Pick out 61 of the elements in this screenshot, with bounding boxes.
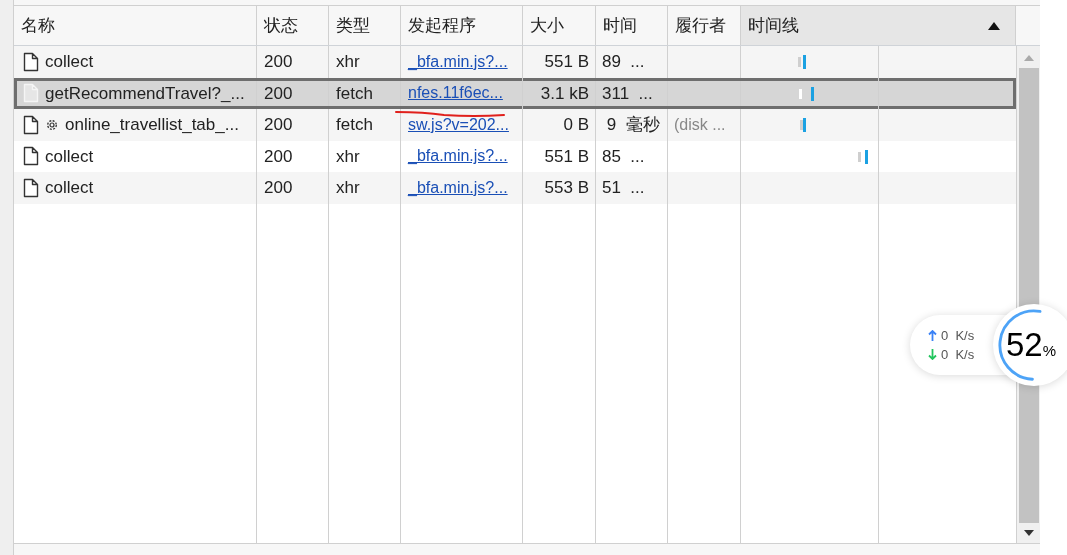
waterfall-bar xyxy=(799,86,814,101)
response-size: 551 B xyxy=(544,145,589,168)
request-name: collect xyxy=(45,145,94,168)
request-time: 9 毫秒 xyxy=(605,114,660,136)
request-time: 311 ... xyxy=(602,82,653,105)
initiator-link[interactable]: nfes.11f6ec... xyxy=(408,81,503,106)
upload-arrow-icon xyxy=(928,329,937,341)
status-code: 200 xyxy=(264,51,293,73)
initiator-link[interactable]: _bfa.min.js?... xyxy=(408,175,508,200)
request-time: 89 ... xyxy=(602,51,645,73)
response-size: 553 B xyxy=(544,177,589,199)
percent-sign: % xyxy=(1042,341,1057,361)
column-header[interactable]: 类型 xyxy=(329,6,401,45)
waterfall-bar xyxy=(798,55,806,69)
response-size: 3.1 kB xyxy=(540,82,589,105)
waterfall-bar xyxy=(858,149,868,164)
file-icon xyxy=(23,177,39,198)
status-code: 200 xyxy=(264,177,293,199)
file-icon xyxy=(23,114,39,135)
column-header[interactable]: 大小 xyxy=(523,6,596,45)
status-code: 200 xyxy=(264,82,293,105)
request-row[interactable]: collect 200 xhr _bfa.min.js?... 553 B 51 ... xyxy=(14,172,1016,204)
scroll-down-icon[interactable] xyxy=(1022,529,1035,537)
status-code: 200 xyxy=(264,114,293,136)
request-name: collect xyxy=(45,51,94,73)
upload-speed: 0 K/s xyxy=(941,326,975,345)
initiator-link[interactable]: _bfa.min.js?... xyxy=(408,144,508,169)
status-code: 200 xyxy=(264,145,293,168)
request-row[interactable]: getRecommendTravel?_... 200 fetch nfes.11f6ec... 3.1 kB 311 ... xyxy=(14,77,1016,109)
column-header[interactable]: 发起程序 xyxy=(401,6,523,45)
horizontal-scrollbar[interactable] xyxy=(14,543,1040,555)
usage-percent: 52 xyxy=(1005,327,1043,361)
request-row[interactable]: collect 200 xhr _bfa.min.js?... 551 B 89 ... xyxy=(14,46,1016,78)
request-type: xhr xyxy=(336,145,360,168)
download-speed: 0 K/s xyxy=(941,346,975,364)
request-name: online_travellist_tab_... xyxy=(65,114,239,136)
column-header[interactable]: 时间 xyxy=(596,6,668,45)
request-type: xhr xyxy=(336,177,360,199)
response-size: 551 B xyxy=(544,51,589,73)
request-type: fetch xyxy=(336,114,373,136)
request-type: xhr xyxy=(336,51,360,73)
request-name: collect xyxy=(45,177,94,199)
request-type: fetch xyxy=(336,82,373,105)
response-size: 0 B xyxy=(563,114,589,136)
request-time: 85 ... xyxy=(602,145,645,168)
column-header[interactable]: 名称 xyxy=(14,6,257,45)
file-icon xyxy=(23,83,39,104)
sort-ascending-icon[interactable] xyxy=(988,21,1000,30)
scroll-up-icon[interactable] xyxy=(1022,54,1035,62)
download-arrow-icon xyxy=(928,349,937,361)
request-row[interactable]: online_travellist_tab_... 200 fetch sw.js?v=202... 0 B 9 毫秒 (disk ... xyxy=(14,109,1016,141)
initiator-link[interactable]: sw.js?v=202... xyxy=(408,112,509,137)
request-time: 51 ... xyxy=(602,177,645,199)
file-icon xyxy=(23,146,39,167)
column-header[interactable]: 状态 xyxy=(257,6,329,45)
file-icon xyxy=(23,51,39,72)
waterfall-bar xyxy=(800,118,806,132)
column-header[interactable]: 时间线 xyxy=(741,6,1016,45)
request-name: getRecommendTravel?_... xyxy=(45,82,245,105)
initiator-link[interactable]: _bfa.min.js?... xyxy=(408,49,508,74)
fulfiller-text: (disk ... xyxy=(674,114,726,135)
